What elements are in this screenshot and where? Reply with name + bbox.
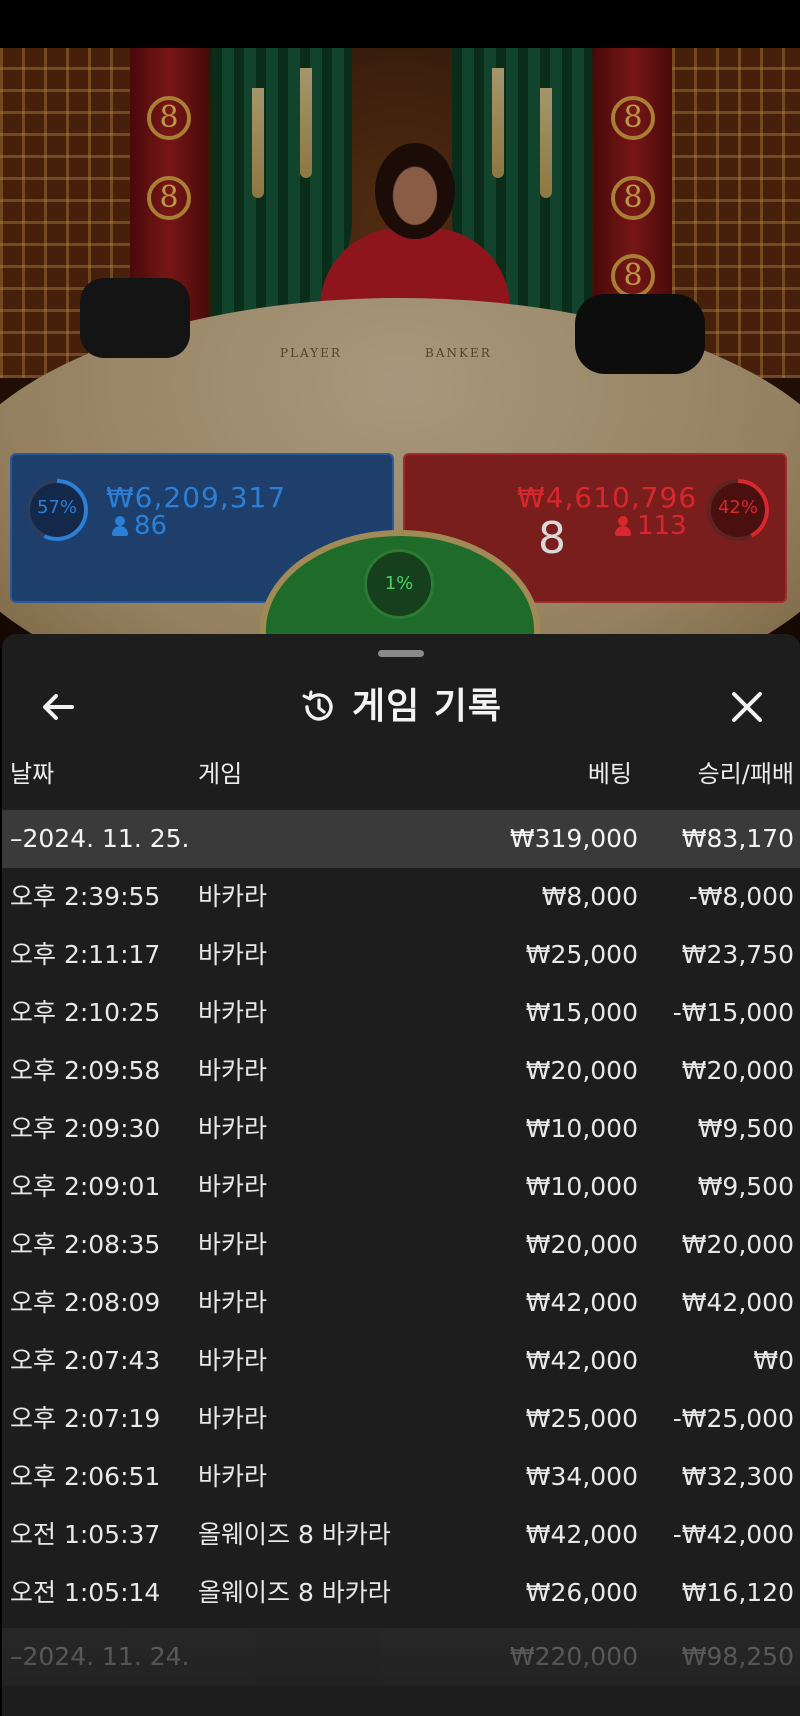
row-game: 바카라 — [198, 1114, 268, 1143]
banker-count: 113 — [615, 511, 687, 541]
row-time: 오후 2:09:01 — [10, 1172, 161, 1201]
player-percent: 57% — [36, 497, 77, 518]
history-row[interactable]: 오후 2:10:25 바카라 ₩15,000 -₩15,000 — [2, 984, 800, 1042]
row-win-loss: ₩42,000 — [681, 1288, 794, 1317]
column-header-bet: 베팅 — [587, 760, 632, 788]
row-bet: ₩25,000 — [525, 1404, 638, 1433]
row-game: 바카라 — [198, 1462, 268, 1491]
row-game: 바카라 — [198, 1230, 268, 1259]
history-row[interactable]: 오후 2:07:43 바카라 ₩42,000 ₩0 — [2, 1332, 800, 1390]
row-game: 바카라 — [198, 1172, 268, 1201]
row-bet: ₩15,000 — [525, 998, 638, 1027]
player-bet-amount: ₩6,209,317 — [106, 481, 287, 514]
row-bet: ₩10,000 — [525, 1172, 638, 1201]
row-time: 오후 2:07:43 — [10, 1346, 161, 1375]
history-row[interactable]: 오후 2:08:09 바카라 ₩42,000 ₩42,000 — [2, 1274, 800, 1332]
banker-percent: 42% — [717, 497, 758, 518]
row-time: 오후 2:08:09 — [10, 1288, 161, 1317]
row-bet: ₩26,000 — [525, 1578, 638, 1607]
row-win-loss: ₩20,000 — [681, 1056, 794, 1085]
sheet-header: 게임 기록 — [2, 674, 800, 740]
row-game: 바카라 — [198, 1056, 268, 1085]
scroll-fade — [2, 1624, 800, 1716]
drag-handle[interactable] — [378, 650, 424, 657]
row-win-loss: -₩42,000 — [672, 1520, 794, 1549]
row-game: 올웨이즈 8 바카라 — [198, 1520, 391, 1549]
row-game: 바카라 — [198, 1346, 268, 1375]
column-header-win-loss: 승리/패배 — [697, 760, 794, 788]
date-group-row[interactable]: –2024. 11. 25. ₩319,000 ₩83,170 — [2, 810, 800, 868]
row-time: 오후 2:39:55 — [10, 882, 161, 911]
row-bet: ₩20,000 — [525, 1056, 638, 1085]
row-game: 올웨이즈 8 바카라 — [198, 1578, 391, 1607]
row-win-loss: -₩15,000 — [672, 998, 794, 1027]
sheet-title: 게임 기록 — [351, 686, 502, 727]
history-row[interactable]: 오후 2:07:19 바카라 ₩25,000 -₩25,000 — [2, 1390, 800, 1448]
row-time: 오후 2:07:19 — [10, 1404, 161, 1433]
banker-card-score: 8 — [538, 513, 566, 564]
row-bet: ₩25,000 — [525, 940, 638, 969]
group-date: –2024. 11. 25. — [10, 824, 190, 853]
row-game: 바카라 — [198, 940, 268, 969]
group-total-bet: ₩319,000 — [509, 824, 638, 853]
row-win-loss: ₩32,300 — [681, 1462, 794, 1491]
player-count: 86 — [112, 511, 167, 541]
row-win-loss: ₩9,500 — [697, 1114, 794, 1143]
row-bet: ₩42,000 — [525, 1288, 638, 1317]
row-time: 오후 2:10:25 — [10, 998, 161, 1027]
history-row[interactable]: 오후 2:39:55 바카라 ₩8,000 -₩8,000 — [2, 868, 800, 926]
row-game: 바카라 — [198, 1404, 268, 1433]
row-win-loss: -₩25,000 — [672, 1404, 794, 1433]
row-time: 오전 1:05:14 — [10, 1578, 161, 1607]
row-time: 오후 2:09:30 — [10, 1114, 161, 1143]
row-bet: ₩20,000 — [525, 1230, 638, 1259]
row-bet: ₩8,000 — [541, 882, 638, 911]
history-row[interactable]: 오전 1:05:37 올웨이즈 8 바카라 ₩42,000 -₩42,000 — [2, 1506, 800, 1564]
row-win-loss: ₩16,120 — [681, 1578, 794, 1607]
row-bet: ₩42,000 — [525, 1520, 638, 1549]
history-row[interactable]: 오후 2:09:01 바카라 ₩10,000 ₩9,500 — [2, 1158, 800, 1216]
close-icon — [732, 692, 762, 722]
person-icon — [615, 516, 631, 536]
history-row[interactable]: 오전 1:05:14 올웨이즈 8 바카라 ₩26,000 ₩16,120 — [2, 1564, 800, 1622]
row-game: 바카라 — [198, 998, 268, 1027]
column-header-game: 게임 — [198, 760, 243, 788]
player-count-value: 86 — [134, 511, 168, 541]
banker-bet-amount: ₩4,610,796 — [517, 481, 698, 514]
history-row[interactable]: 오후 2:09:58 바카라 ₩20,000 ₩20,000 — [2, 1042, 800, 1100]
banker-count-value: 113 — [637, 511, 687, 541]
row-bet: ₩10,000 — [525, 1114, 638, 1143]
row-time: 오후 2:08:35 — [10, 1230, 161, 1259]
row-win-loss: ₩9,500 — [697, 1172, 794, 1201]
row-win-loss: ₩23,750 — [681, 940, 794, 969]
row-win-loss: ₩0 — [753, 1346, 794, 1375]
history-row[interactable]: 오후 2:06:51 바카라 ₩34,000 ₩32,300 — [2, 1448, 800, 1506]
row-bet: ₩34,000 — [525, 1462, 638, 1491]
person-icon — [112, 516, 128, 536]
row-bet: ₩42,000 — [525, 1346, 638, 1375]
history-row[interactable]: 오후 2:09:30 바카라 ₩10,000 ₩9,500 — [2, 1100, 800, 1158]
close-button[interactable] — [724, 684, 770, 730]
live-dealer-video: 8 8 8 8 8 PLAYER BANKER 57% ₩6,209,317 8… — [0, 48, 800, 648]
row-time: 오전 1:05:37 — [10, 1520, 161, 1549]
history-row[interactable]: 오후 2:11:17 바카라 ₩25,000 ₩23,750 — [2, 926, 800, 984]
history-row[interactable]: 오후 2:08:35 바카라 ₩20,000 ₩20,000 — [2, 1216, 800, 1274]
row-game: 바카라 — [198, 882, 268, 911]
row-time: 오후 2:09:58 — [10, 1056, 161, 1085]
column-header-date: 날짜 — [10, 760, 55, 788]
row-win-loss: ₩20,000 — [681, 1230, 794, 1259]
group-total-win-loss: ₩83,170 — [681, 824, 794, 853]
sheet-title-wrap: 게임 기록 — [2, 674, 800, 740]
tie-percent: 1% — [364, 549, 434, 619]
game-history-sheet: 게임 기록 날짜 게임 베팅 승리/패배 –2024. 11. 25. ₩319,… — [2, 634, 800, 1716]
row-time: 오후 2:06:51 — [10, 1462, 161, 1491]
row-time: 오후 2:11:17 — [10, 940, 161, 969]
history-icon — [302, 690, 333, 721]
row-win-loss: -₩8,000 — [688, 882, 794, 911]
row-game: 바카라 — [198, 1288, 268, 1317]
